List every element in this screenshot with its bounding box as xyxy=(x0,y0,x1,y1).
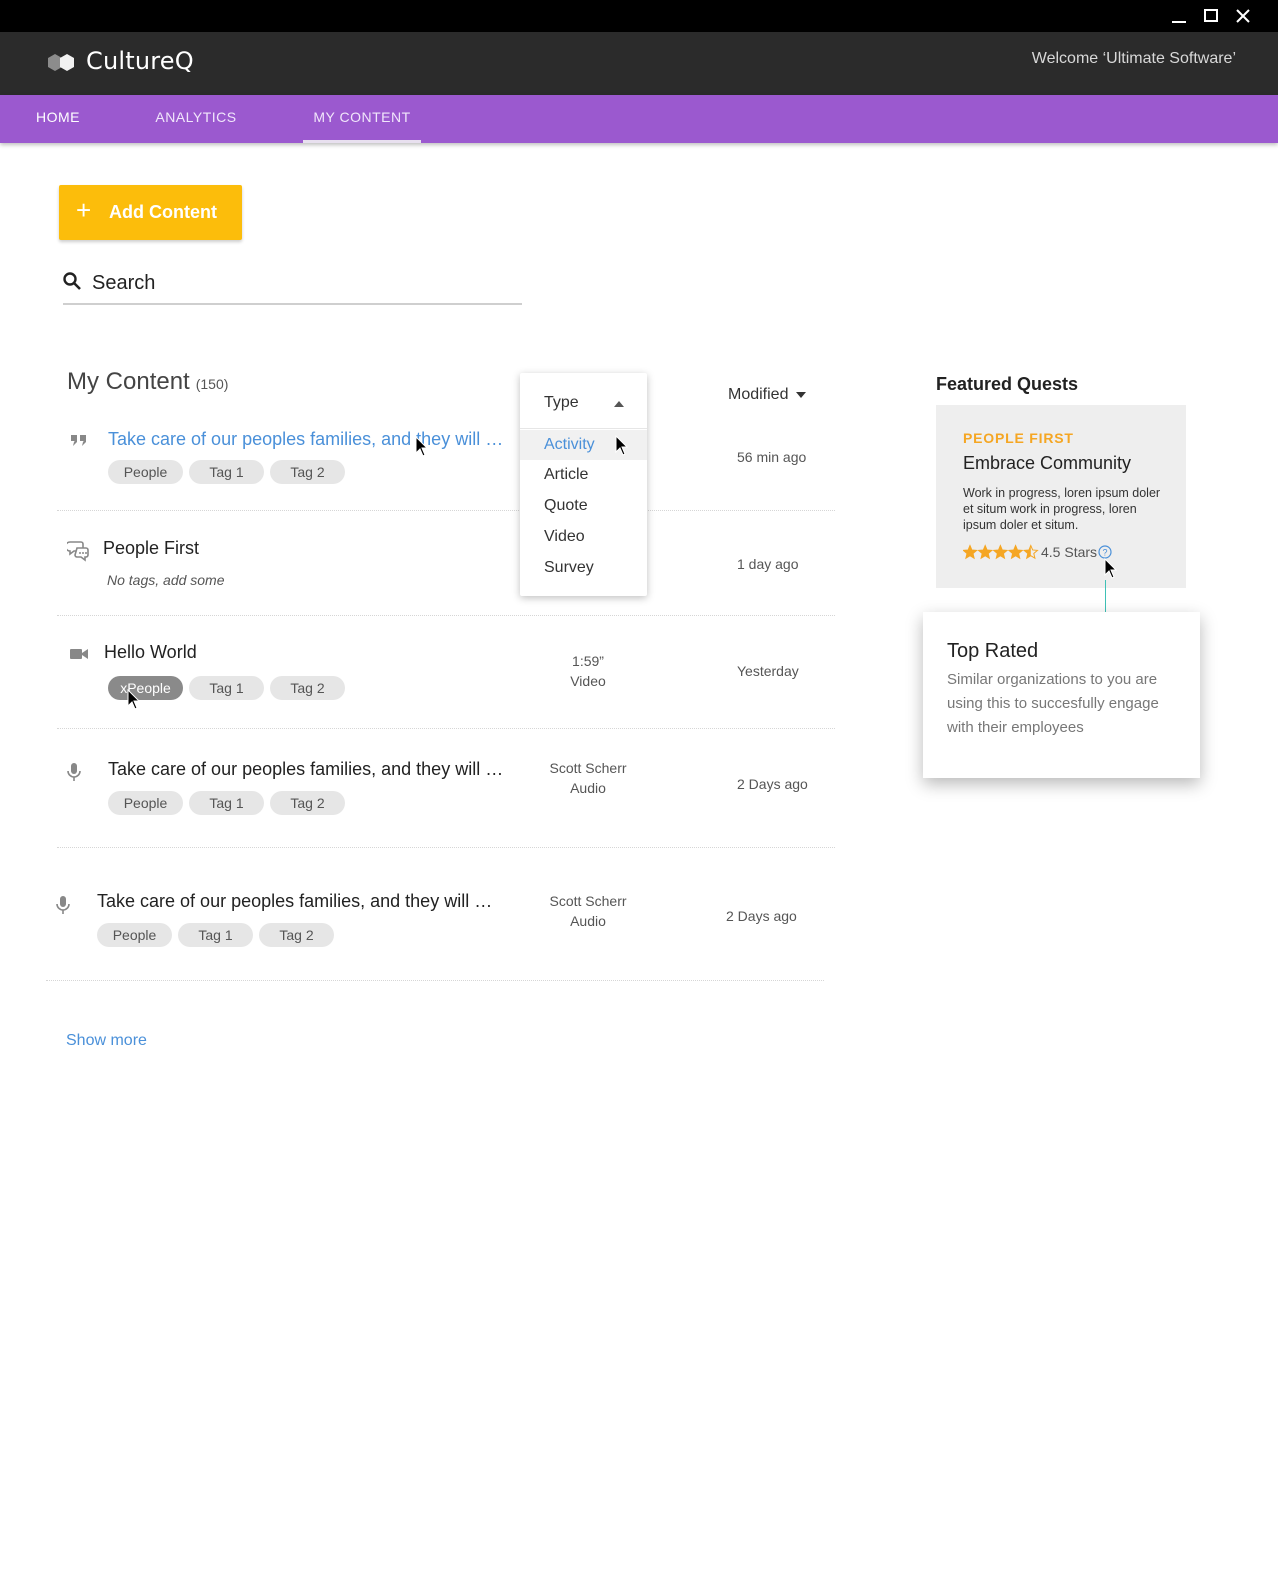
modified-time: 2 Days ago xyxy=(737,776,808,792)
minimize-icon[interactable] xyxy=(1168,6,1190,26)
featured-quest-card[interactable]: PEOPLE FIRST Embrace Community Work in p… xyxy=(936,405,1186,588)
card-description: Work in progress, loren ipsum doler et s… xyxy=(963,486,1161,532)
tag-chip[interactable]: Tag 1 xyxy=(178,923,253,947)
video-camera-icon xyxy=(70,649,88,659)
quote-icon xyxy=(71,435,86,446)
row-divider xyxy=(46,980,824,981)
tag-chip[interactable]: People xyxy=(108,791,183,815)
sort-label: Modified xyxy=(728,386,789,403)
star-icon xyxy=(993,545,1008,559)
section-title-text: My Content xyxy=(67,368,190,395)
caret-up-icon xyxy=(614,401,624,407)
tag-chip[interactable]: Tag 2 xyxy=(270,676,345,700)
tag-chip[interactable]: Tag 1 xyxy=(189,791,264,815)
card-eyebrow: PEOPLE FIRST xyxy=(963,430,1074,446)
featured-quests-heading: Featured Quests xyxy=(936,374,1079,394)
main-nav: HOME ANALYTICS MY CONTENT xyxy=(0,95,1278,143)
star-rating xyxy=(963,544,1039,560)
card-title: Embrace Community xyxy=(963,453,1132,473)
maximize-icon[interactable] xyxy=(1200,6,1222,26)
chat-bubbles-icon xyxy=(67,541,89,562)
tab-analytics[interactable]: ANALYTICS xyxy=(148,95,244,143)
microphone-icon xyxy=(67,763,81,781)
add-content-label: Add Content xyxy=(109,202,217,222)
media-duration: 1:59” xyxy=(572,653,604,669)
add-content-button[interactable]: + Add Content xyxy=(59,185,242,240)
tag-chip[interactable]: Tag 1 xyxy=(189,460,264,484)
tooltip-body: Similar organizations to you are using t… xyxy=(947,671,1159,736)
no-tags-hint[interactable]: No tags, add some xyxy=(107,572,225,588)
modified-time: 56 min ago xyxy=(737,449,807,465)
search-bar xyxy=(63,262,522,305)
type-option-video[interactable]: Video xyxy=(520,522,647,552)
tag-chip[interactable]: Tag 2 xyxy=(259,923,334,947)
caret-down-icon xyxy=(796,391,807,398)
close-icon[interactable] xyxy=(1232,6,1254,26)
tooltip-connector xyxy=(1105,580,1106,616)
tab-my-content[interactable]: MY CONTENT xyxy=(303,95,421,143)
media-type: Audio xyxy=(570,913,606,929)
author-name: Scott Scherr xyxy=(549,760,627,776)
media-type: Video xyxy=(570,673,606,689)
tag-chip-removable[interactable]: xPeople xyxy=(108,676,183,700)
tag-chip-label: People xyxy=(127,680,171,696)
modified-time: 2 Days ago xyxy=(726,908,797,924)
row-title[interactable]: Take care of our peoples families, and t… xyxy=(108,759,503,780)
row-title[interactable]: Take care of our peoples families, and t… xyxy=(97,891,492,912)
type-dropdown-menu: Type Activity Article Quote Video Survey xyxy=(520,373,647,596)
svg-text:?: ? xyxy=(1102,548,1107,558)
author-name: Scott Scherr xyxy=(549,893,627,909)
section-title: My Content (150) xyxy=(67,368,228,396)
tag-chip[interactable]: Tag 2 xyxy=(270,460,345,484)
row-divider xyxy=(57,615,835,616)
row-divider xyxy=(57,728,835,729)
welcome-text: Welcome ‘Ultimate Software’ xyxy=(1031,50,1236,67)
modified-time: 1 day ago xyxy=(737,556,799,572)
app-name: CultureQ xyxy=(86,47,194,75)
star-icon xyxy=(963,545,977,559)
microphone-icon xyxy=(56,896,70,914)
search-input[interactable] xyxy=(92,268,512,298)
tag-chip[interactable]: People xyxy=(108,460,183,484)
help-icon[interactable]: ? xyxy=(1098,545,1112,559)
tag-chip[interactable]: Tag 2 xyxy=(270,791,345,815)
row-divider xyxy=(57,510,835,511)
type-option-article[interactable]: Article xyxy=(520,460,647,490)
rating-text: 4.5 Stars xyxy=(1041,544,1098,560)
type-dropdown-header[interactable]: Type xyxy=(520,373,647,429)
row-title[interactable]: People First xyxy=(103,538,199,559)
window-titlebar xyxy=(0,0,1278,32)
search-icon xyxy=(63,272,81,290)
plus-icon: + xyxy=(76,195,92,225)
tab-home[interactable]: HOME xyxy=(22,95,94,143)
media-type: Audio xyxy=(570,780,606,796)
tooltip-title: Top Rated xyxy=(947,640,1039,662)
show-more-link[interactable]: Show more xyxy=(66,1032,147,1050)
type-dropdown-label: Type xyxy=(544,394,579,411)
row-title-link[interactable]: Take care of our peoples families, and t… xyxy=(108,429,503,450)
star-icon xyxy=(1008,545,1023,559)
row-divider xyxy=(57,847,835,848)
app-header: CultureQ Welcome ‘Ultimate Software’ xyxy=(0,32,1278,95)
type-option-quote[interactable]: Quote xyxy=(520,491,647,521)
content-count: (150) xyxy=(195,376,229,392)
tag-chip[interactable]: People xyxy=(97,923,172,947)
sort-modified-dropdown[interactable]: Modified xyxy=(728,386,807,404)
top-rated-tooltip: Top Rated Similar organizations to you a… xyxy=(923,612,1200,778)
logo-icon xyxy=(48,54,74,71)
tag-chip[interactable]: Tag 1 xyxy=(189,676,264,700)
type-option-survey[interactable]: Survey xyxy=(520,553,647,583)
star-icon xyxy=(978,545,992,559)
modified-time: Yesterday xyxy=(737,663,799,679)
type-option-activity[interactable]: Activity xyxy=(520,430,647,460)
row-title[interactable]: Hello World xyxy=(104,642,197,663)
